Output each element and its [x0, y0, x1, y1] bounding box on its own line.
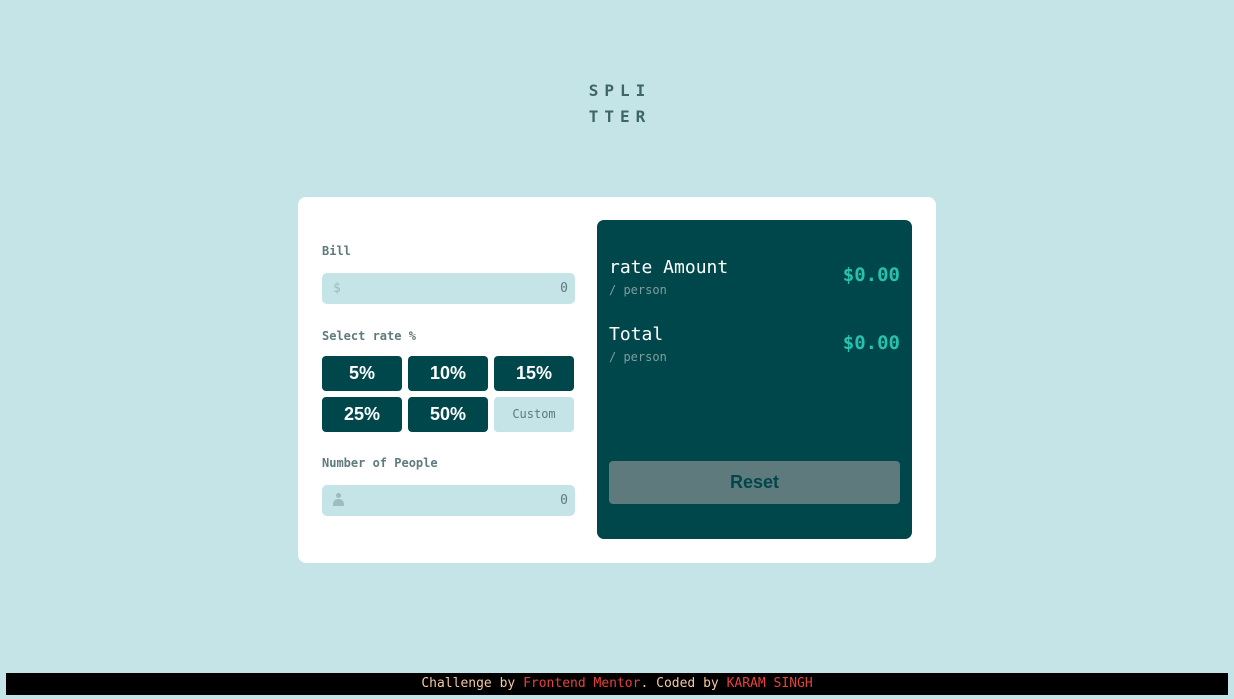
people-input[interactable]: 0	[322, 485, 575, 516]
tip-button-5[interactable]: 5%	[322, 356, 402, 391]
tip-amount-value: $0.00	[842, 264, 900, 286]
tip-button-25[interactable]: 25%	[322, 397, 402, 432]
logo-line-1: SPLI	[588, 81, 652, 100]
frontend-mentor-link[interactable]: Frontend Mentor	[523, 676, 640, 691]
footer-coded-text: . Coded by	[640, 676, 719, 691]
bill-label: Bill	[322, 244, 351, 258]
bill-input-value: 0	[560, 281, 568, 296]
people-input-value: 0	[560, 493, 568, 508]
custom-tip-input[interactable]: Custom	[494, 397, 574, 432]
tip-button-15[interactable]: 15%	[494, 356, 574, 391]
attribution-footer: Challenge by Frontend Mentor. Coded by K…	[6, 673, 1228, 695]
tip-amount-title: rate Amount	[609, 257, 729, 278]
reset-button[interactable]: Reset	[609, 461, 900, 504]
logo-line-2: TTER	[588, 107, 652, 126]
app-logo: SPLI TTER	[0, 78, 1234, 130]
author-link[interactable]: KARAM SINGH	[727, 676, 813, 691]
select-tip-label: Select rate %	[322, 329, 416, 343]
total-sub: / person	[609, 350, 667, 364]
calculator-card: Bill $ 0 Select rate % 5% 10% 15% 25% 50…	[298, 197, 936, 563]
tip-button-10[interactable]: 10%	[408, 356, 488, 391]
person-icon	[333, 493, 344, 507]
total-value: $0.00	[842, 332, 900, 354]
results-panel: rate Amount / person $0.00 Total / perso…	[597, 220, 912, 539]
tip-amount-sub: / person	[609, 283, 667, 297]
footer-challenge-text: Challenge by	[421, 676, 516, 691]
dollar-icon: $	[333, 281, 341, 296]
tip-button-50[interactable]: 50%	[408, 397, 488, 432]
people-label: Number of People	[322, 456, 438, 470]
total-title: Total	[609, 324, 664, 345]
bill-input[interactable]: $ 0	[322, 273, 575, 304]
